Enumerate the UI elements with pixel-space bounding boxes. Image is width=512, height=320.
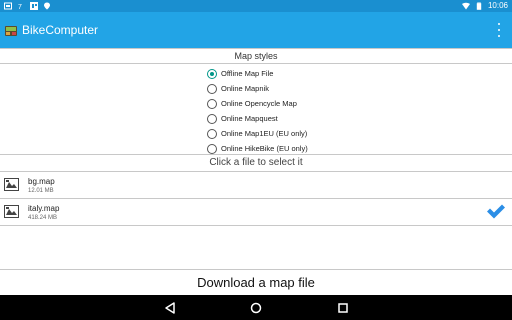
radio-online-mapquest[interactable]: Online Mapquest	[207, 111, 308, 126]
svg-text:7: 7	[18, 4, 22, 10]
file-name: bg.map	[28, 177, 55, 186]
gallery-icon	[30, 2, 38, 10]
map-file-icon	[4, 178, 19, 191]
files-header: Click a file to select it	[0, 154, 512, 172]
radio-label: Online Opencycle Map	[221, 99, 297, 108]
recents-icon[interactable]	[336, 301, 350, 315]
app-title: BikeComputer	[22, 23, 99, 37]
app-bar: BikeComputer	[0, 12, 512, 48]
status-left-icons: 7	[4, 1, 51, 11]
screenshot-icon	[4, 2, 12, 10]
file-row-bg-map[interactable]: bg.map 12.01 MB	[0, 172, 512, 199]
navigation-bar	[0, 295, 512, 320]
battery-icon	[475, 2, 483, 10]
download-map-button[interactable]: Download a map file	[0, 269, 512, 295]
radio-label: Online Mapnik	[221, 84, 269, 93]
status-time: 10:06	[487, 1, 508, 10]
radio-button[interactable]	[207, 83, 217, 94]
radio-label: Online Map1EU (EU only)	[221, 129, 308, 138]
bike-computer-logo	[5, 24, 17, 36]
radio-online-opencycle-map[interactable]: Online Opencycle Map	[207, 96, 308, 111]
radio-label: Offline Map File	[221, 69, 274, 78]
status-right-icons: 10:06	[461, 0, 508, 12]
location-icon	[43, 2, 51, 10]
radio-button[interactable]	[207, 113, 217, 124]
radio-label: Online Mapquest	[221, 114, 278, 123]
file-size: 418.24 MB	[28, 215, 58, 221]
main-content: Map styles Offline Map File Online Mapni…	[0, 48, 512, 295]
file-size: 12.01 MB	[28, 188, 54, 194]
checkmark-icon	[486, 203, 506, 219]
radio-button[interactable]	[207, 98, 217, 109]
map-style-radio-group: Offline Map File Online Mapnik Online Op…	[207, 66, 308, 156]
radio-button[interactable]	[207, 128, 217, 139]
file-row-italy-map[interactable]: italy.map 418.24 MB	[0, 199, 512, 226]
radio-button[interactable]	[207, 68, 217, 79]
back-icon[interactable]	[163, 301, 177, 315]
radio-online-mapnik[interactable]: Online Mapnik	[207, 81, 308, 96]
status-bar: 7 10:06	[0, 0, 512, 12]
file-name: italy.map	[28, 204, 60, 213]
notification-7-icon: 7	[17, 2, 25, 10]
radio-offline-map-file[interactable]: Offline Map File	[207, 66, 308, 81]
wifi-icon	[461, 2, 470, 10]
radio-online-map1eu[interactable]: Online Map1EU (EU only)	[207, 126, 308, 141]
map-file-icon	[4, 205, 19, 218]
map-styles-header: Map styles	[0, 48, 512, 64]
radio-button[interactable]	[207, 143, 217, 154]
home-icon[interactable]	[249, 301, 263, 315]
radio-label: Online HikeBike (EU only)	[221, 144, 308, 153]
overflow-menu-icon[interactable]	[496, 23, 502, 37]
